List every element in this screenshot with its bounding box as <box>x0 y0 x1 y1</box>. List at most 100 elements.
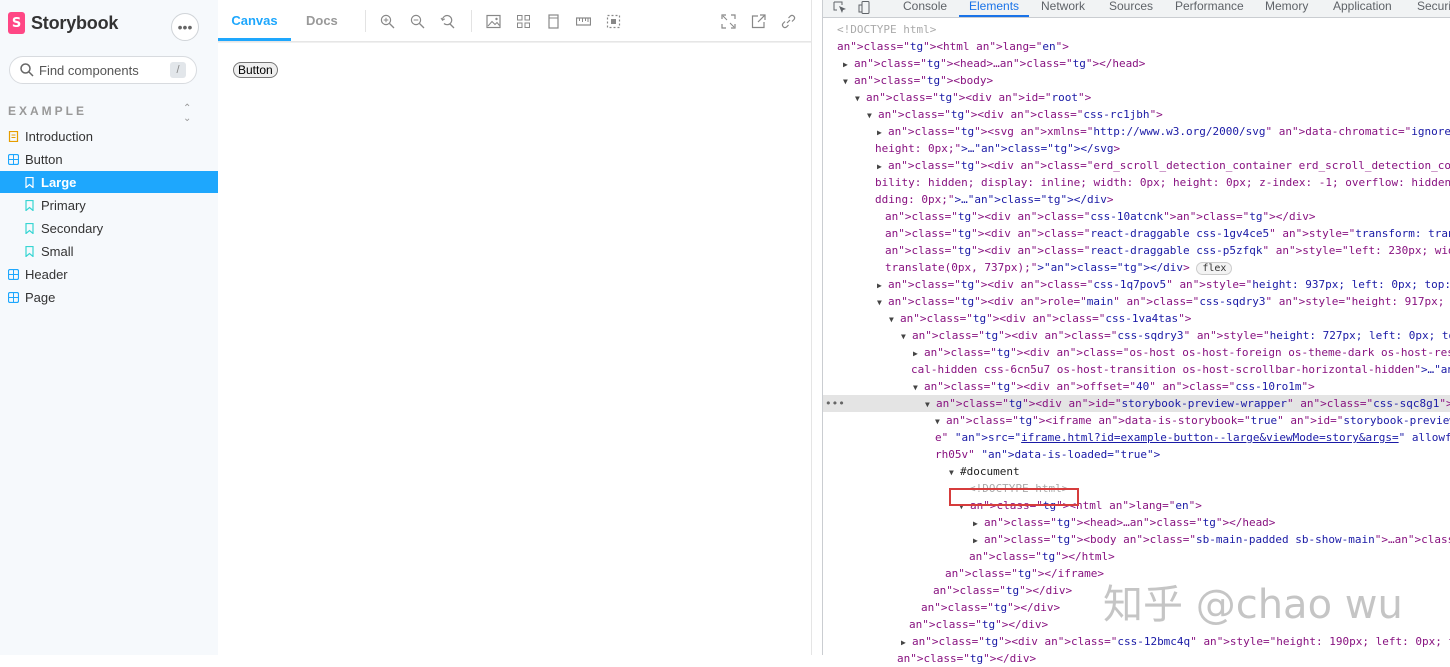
dom-node[interactable]: rh05v" "an">data-is-loaded="true"> <box>935 446 1450 463</box>
dom-node[interactable]: cal-hidden css-6cn5u7 os-host-transition… <box>911 361 1450 378</box>
sidebar-item-label: Small <box>41 243 74 259</box>
tab-sources[interactable]: Sources <box>1109 0 1153 17</box>
dom-node[interactable]: ▼ an">class="tg"><div an">class="css-rc1j… <box>867 106 1450 123</box>
bookmark-icon <box>25 199 34 211</box>
sidebar-item-label: Secondary <box>41 220 104 236</box>
ruler-icon[interactable] <box>576 14 591 29</box>
tab-console[interactable]: Console <box>903 0 947 17</box>
preview-panel: Canvas Docs Button <box>218 0 812 655</box>
sidebar-item-button[interactable]: Button <box>0 148 226 170</box>
copy-link-icon[interactable] <box>781 14 796 29</box>
dom-node[interactable]: <!DOCTYPE html> <box>837 21 1450 38</box>
bookmark-icon <box>25 176 34 188</box>
zoom-in-icon[interactable] <box>380 14 395 29</box>
dom-node[interactable]: an">class="tg"><div an">class="css-10atc… <box>885 208 1450 225</box>
tab-security[interactable]: Securi <box>1417 0 1450 17</box>
dom-node[interactable]: ▶ an">class="tg"><div an">class="css-12bm… <box>901 633 1450 650</box>
sidebar-item-large[interactable]: Large <box>0 171 242 193</box>
dom-node[interactable]: ▶ an">class="tg"><div an">class="erd_scro… <box>877 157 1450 174</box>
flex-badge[interactable]: flex <box>1196 262 1233 275</box>
dom-node[interactable]: ▼ an">class="tg"><div an">role="main" an"… <box>877 293 1450 310</box>
sidebar-item-small[interactable]: Small <box>0 240 242 262</box>
outline-icon[interactable] <box>606 14 621 29</box>
dom-node[interactable]: an">class="tg"></html> <box>969 548 1450 565</box>
fullscreen-icon[interactable] <box>721 14 736 29</box>
viewport-icon[interactable] <box>546 14 561 29</box>
inspect-element-icon[interactable] <box>833 1 847 14</box>
dom-node[interactable]: ▼ an">class="tg"><div an">id="root"> <box>855 89 1450 106</box>
story-button[interactable]: Button <box>233 62 278 78</box>
sidebar-item-primary[interactable]: Primary <box>0 194 242 216</box>
dom-node[interactable]: dding: 0px;">…"an">class="tg"></div> <box>875 191 1450 208</box>
tab-application[interactable]: Application <box>1333 0 1392 17</box>
dom-node[interactable]: height: 0px;">…"an">class="tg"></svg> <box>875 140 1450 157</box>
storybook-logo-icon: S <box>8 12 25 34</box>
devtools-panel: Console Elements Network Sources Perform… <box>822 0 1450 665</box>
devtools-tabbar: Console Elements Network Sources Perform… <box>823 0 1450 18</box>
sidebar-item-introduction[interactable]: Introduction <box>0 125 226 147</box>
zoom-reset-icon[interactable] <box>440 14 455 29</box>
tab-memory[interactable]: Memory <box>1265 0 1308 17</box>
sidebar: S Storybook ••• / EXAMPLE ⌃⌄ Introductio… <box>0 0 242 655</box>
component-icon <box>8 268 19 280</box>
sidebar-item-label: Header <box>25 266 68 282</box>
sidebar-item-label: Button <box>25 151 63 167</box>
dom-node[interactable]: ▶ an">class="tg"><div an">class="css-1q7p… <box>877 276 1450 293</box>
sidebar-item-header[interactable]: Header <box>0 263 226 285</box>
device-toolbar-icon[interactable] <box>858 1 872 14</box>
image-background-icon[interactable] <box>486 14 501 29</box>
dom-node[interactable]: an">class="tg"><div an">class="react-dra… <box>885 225 1450 242</box>
tab-performance[interactable]: Performance <box>1175 0 1244 17</box>
dom-node[interactable]: ▶ an">class="tg"><body an">class="sb-main… <box>973 531 1450 548</box>
dom-node[interactable]: ▶ an">class="tg"><svg an">xmlns="http://w… <box>877 123 1450 140</box>
dom-node[interactable]: an">class="tg"></div> <box>897 650 1450 667</box>
zoom-out-icon[interactable] <box>410 14 425 29</box>
toolbar-divider <box>471 10 472 32</box>
brand-name: Storybook <box>31 12 119 33</box>
dom-node[interactable]: bility: hidden; display: inline; width: … <box>875 174 1450 191</box>
open-new-tab-icon[interactable] <box>751 14 766 29</box>
highlight-box <box>949 488 1079 506</box>
dom-node[interactable]: ▼ an">class="tg"><iframe an">data-is-stor… <box>935 412 1450 429</box>
brand[interactable]: S Storybook <box>8 12 118 34</box>
document-icon <box>8 130 19 142</box>
sidebar-item-page[interactable]: Page <box>0 286 226 308</box>
watermark: 知乎 @chao wu <box>1103 582 1403 628</box>
ellipsis-icon[interactable]: ••• <box>171 13 199 41</box>
sidebar-item-label: Primary <box>41 197 86 213</box>
dom-node[interactable]: ▼ an">class="tg"><body> <box>843 72 1450 89</box>
dom-node-selected[interactable]: ••• ▼ an">class="tg"><div an">id="storyboo… <box>823 395 1450 412</box>
dom-node[interactable]: ▼ an">class="tg"><div an">class="css-sqdr… <box>901 327 1450 344</box>
dom-node[interactable]: ▼ an">class="tg"><div an">offset="40" an"… <box>913 378 1450 395</box>
bookmark-icon <box>25 222 34 234</box>
search-input[interactable] <box>39 62 159 78</box>
search-box[interactable]: / <box>9 56 197 84</box>
preview-toolbar: Canvas Docs <box>218 0 811 42</box>
dom-node[interactable]: ▼ an">class="tg"><div an">class="css-1va4… <box>889 310 1450 327</box>
sidebar-item-secondary[interactable]: Secondary <box>0 217 242 239</box>
search-shortcut-key: / <box>170 62 186 78</box>
search-icon <box>20 63 34 77</box>
component-icon <box>8 291 19 303</box>
dom-node[interactable]: ▶ an">class="tg"><div an">class="os-host … <box>913 344 1450 361</box>
dom-node[interactable]: e" "an">src="iframe.html?id=example-butt… <box>935 429 1450 446</box>
sidebar-item-label: Page <box>25 289 56 305</box>
tab-network[interactable]: Network <box>1041 0 1085 17</box>
tab-elements[interactable]: Elements <box>959 0 1030 17</box>
sidebar-item-label: Large <box>41 174 77 190</box>
component-icon <box>8 153 19 165</box>
dom-node[interactable]: an">class="tg"><div an">class="react-dra… <box>885 242 1450 259</box>
tab-canvas[interactable]: Canvas <box>218 0 291 41</box>
dom-node[interactable]: an">class="tg"><html an">lang="en"> <box>837 38 1450 55</box>
toolbar-divider <box>365 10 366 32</box>
dom-node[interactable]: ▶ an">class="tg"><head>…an">class="tg"></… <box>843 55 1450 72</box>
dom-node[interactable]: translate(0px, 737px);">"an">class="tg">… <box>885 259 1450 276</box>
grid-icon[interactable] <box>516 14 531 29</box>
dom-node[interactable]: ▼ #document <box>949 463 1450 480</box>
collapse-all-icon[interactable]: ⌃ ⌄ <box>183 104 191 124</box>
group-label[interactable]: EXAMPLE <box>8 104 87 118</box>
bookmark-icon <box>25 245 34 257</box>
sidebar-item-label: Introduction <box>25 128 93 144</box>
tab-docs[interactable]: Docs <box>306 0 338 41</box>
dom-node[interactable]: ▶ an">class="tg"><head>…an">class="tg"></… <box>973 514 1450 531</box>
